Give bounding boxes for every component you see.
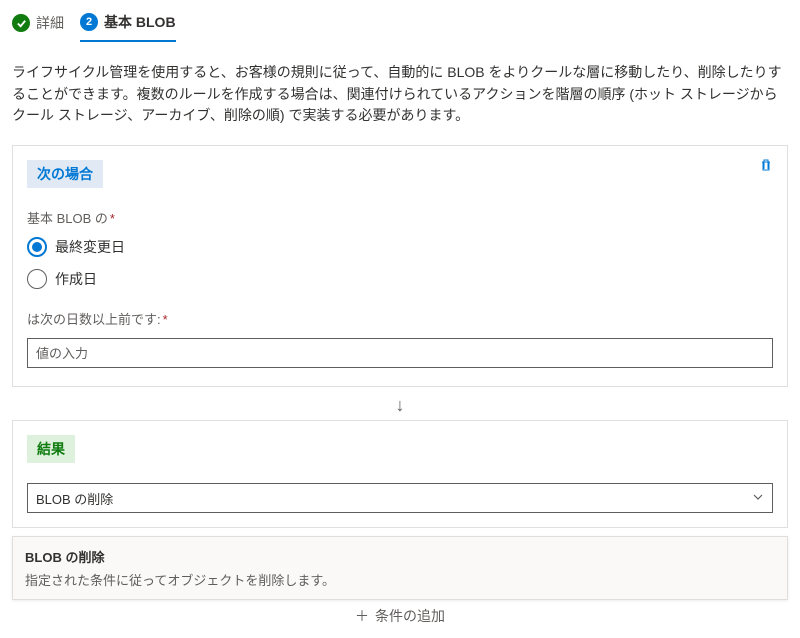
result-select-value: BLOB の削除	[36, 489, 113, 508]
condition-panel: 次の場合 基本 BLOB の* 最終変更日 作成日 は次の日数以上前です:*	[12, 145, 788, 387]
result-panel: 結果 BLOB の削除	[12, 420, 788, 528]
radio-created[interactable]: 作成日	[27, 269, 773, 289]
radio-last-modified-label: 最終変更日	[55, 237, 125, 257]
delete-icon[interactable]	[759, 158, 773, 175]
tooltip-desc: 指定された条件に従ってオブジェクトを削除します。	[25, 570, 775, 589]
radio-group: 最終変更日 作成日	[27, 237, 773, 289]
arrow-down-icon: ↓	[12, 395, 788, 416]
add-condition-label: 条件の追加	[375, 606, 445, 626]
result-tooltip: BLOB の削除 指定された条件に従ってオブジェクトを削除します。	[12, 536, 788, 600]
chevron-down-icon	[752, 491, 764, 506]
radio-circle-icon	[27, 269, 47, 289]
required-mark: *	[110, 211, 115, 226]
days-input[interactable]	[27, 338, 773, 368]
base-blob-label: 基本 BLOB の*	[27, 208, 773, 227]
radio-circle-icon	[27, 237, 47, 257]
required-mark: *	[163, 312, 168, 327]
result-select[interactable]: BLOB の削除	[27, 483, 773, 513]
check-icon	[12, 14, 30, 32]
tab-base-label: 基本 BLOB	[104, 12, 176, 32]
page-description: ライフサイクル管理を使用すると、お客様の規則に従って、自動的に BLOB をより…	[12, 62, 788, 127]
tab-base-blob[interactable]: 2 基本 BLOB	[80, 12, 176, 42]
radio-created-label: 作成日	[55, 269, 97, 289]
tooltip-title: BLOB の削除	[25, 547, 775, 566]
plus-icon: ＋	[355, 606, 369, 626]
days-label: は次の日数以上前です:*	[27, 309, 773, 328]
tab-details-label: 詳細	[36, 13, 64, 33]
radio-last-modified[interactable]: 最終変更日	[27, 237, 773, 257]
tabs: 詳細 2 基本 BLOB	[12, 12, 788, 42]
add-condition-button[interactable]: ＋ 条件の追加	[330, 606, 470, 626]
tab-details[interactable]: 詳細	[12, 13, 64, 41]
result-section-title: 結果	[27, 435, 75, 463]
condition-section-title: 次の場合	[27, 160, 103, 188]
step-number-icon: 2	[80, 13, 98, 31]
